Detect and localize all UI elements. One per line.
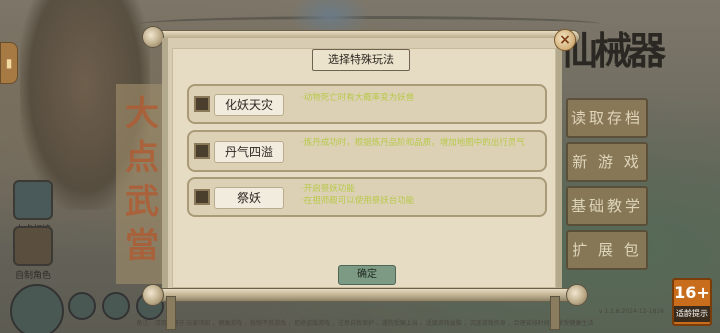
dialog-title: 选择特殊玩法 xyxy=(312,49,410,71)
close-button[interactable]: × xyxy=(554,29,576,51)
left-edge-tab[interactable]: ▮ xyxy=(0,42,18,84)
character-icon xyxy=(13,226,53,266)
mountain-icon xyxy=(13,180,53,220)
game-logo: 仙械器 xyxy=(559,28,666,73)
option-name: 祭妖 xyxy=(214,187,284,209)
load-save-button[interactable]: 读取存档 xyxy=(566,98,648,138)
age-tip: 适龄提示 xyxy=(674,306,710,322)
scroll-bottom-rod-end-left xyxy=(142,284,164,306)
option-checkbox[interactable] xyxy=(194,96,210,112)
option-description: ·动物死亡时有大概率变为妖兽 xyxy=(301,93,415,103)
option-checkbox[interactable] xyxy=(194,143,210,159)
age-rating-badge[interactable]: 16+ 适龄提示 xyxy=(672,278,712,326)
option-name: 化妖天灾 xyxy=(214,94,284,116)
scroll-bottom-rod-end-right xyxy=(566,284,588,306)
scroll-bottom-rod xyxy=(150,288,580,302)
background-banner-text: 大点武當 xyxy=(125,94,159,266)
settings-icon[interactable] xyxy=(68,292,96,320)
version-text: v 1.1.6.2024-12-1816 xyxy=(598,308,664,315)
left-edge-tab-icon: ▮ xyxy=(5,56,13,70)
scroll-tassel-left xyxy=(166,296,176,330)
option-name: 丹气四溢 xyxy=(214,141,284,163)
option-danqi-siyi[interactable]: 丹气四溢 ·炼丹成功时，根据炼丹品阶和品质，增加地图中的出行灵气 xyxy=(187,130,547,172)
option-huayao-tianzai[interactable]: 化妖天灾 ·动物死亡时有大概率变为妖兽 xyxy=(187,84,547,124)
age-rating: 16+ xyxy=(674,283,710,302)
expansion-button[interactable]: 扩 展 包 xyxy=(566,230,648,270)
scroll-tassel-right xyxy=(550,296,560,330)
gallery-icon[interactable] xyxy=(102,292,130,320)
footer-notice: 备注：请用户遵守 玩家须知 ，健康游戏 ，抵制不良游戏 ，拒绝盗版游戏 ，注意自… xyxy=(136,320,594,327)
option-description: ·炼丹成功时，根据炼丹品阶和品质，增加地图中的出行灵气 xyxy=(301,138,525,148)
tutorial-button[interactable]: 基础教学 xyxy=(566,186,648,226)
new-game-button[interactable]: 新 游 戏 xyxy=(566,142,648,182)
avatar-button[interactable] xyxy=(10,284,64,333)
side-button-label: 自制角色 xyxy=(14,271,51,281)
side-button-custom-character[interactable]: 自制角色 xyxy=(12,226,54,281)
confirm-button[interactable]: 确定 xyxy=(338,265,396,285)
scroll-top-rod-end-left xyxy=(142,26,164,48)
option-checkbox[interactable] xyxy=(194,189,210,205)
option-jiyao[interactable]: 祭妖 ·开启祭妖功能 ·在祖师殿可以使用祭妖台功能 xyxy=(187,177,547,217)
option-description: ·开启祭妖功能 ·在祖师殿可以使用祭妖台功能 xyxy=(301,184,415,206)
